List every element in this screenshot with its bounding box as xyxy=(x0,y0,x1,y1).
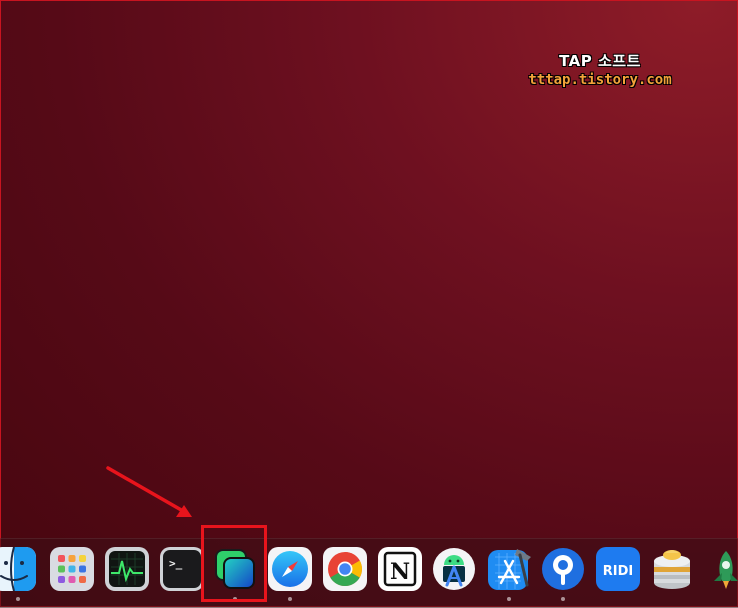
xcode-icon xyxy=(488,549,531,590)
highlight-box xyxy=(201,525,267,602)
dock-item-terminal[interactable]: >_ xyxy=(160,547,204,591)
terminal-prompt: >_ xyxy=(169,557,183,570)
running-indicator xyxy=(507,597,511,601)
dock-item-safari[interactable] xyxy=(268,547,312,591)
notion-letter: N xyxy=(390,559,410,585)
dock-item-chrome[interactable] xyxy=(323,547,367,591)
dock-item-android-studio[interactable] xyxy=(432,547,476,591)
sequel-pro-icon xyxy=(654,550,690,589)
dock-item-finder[interactable] xyxy=(0,547,36,591)
dock: >_ N RIDI xyxy=(0,538,738,608)
ridi-label: RIDI xyxy=(603,564,633,579)
dock-item-xcode[interactable] xyxy=(487,547,531,591)
watermark: TAP 소프트 tttap.tistory.com xyxy=(520,52,680,89)
dock-item-notion[interactable]: N xyxy=(378,547,422,591)
dock-item-activity-monitor[interactable] xyxy=(105,547,149,591)
notion-icon: N xyxy=(378,547,422,591)
desktop-background xyxy=(0,0,738,607)
android-studio-icon xyxy=(433,548,475,590)
dock-item-sourcetree[interactable] xyxy=(541,547,585,591)
watermark-title: TAP 소프트 xyxy=(559,52,641,70)
running-indicator xyxy=(288,597,292,601)
watermark-url: tttap.tistory.com xyxy=(528,72,672,88)
chrome-icon xyxy=(323,547,367,591)
rocket-icon xyxy=(714,551,738,589)
finder-icon xyxy=(0,547,36,591)
launchpad-icon xyxy=(50,547,94,591)
dock-item-ridi[interactable]: RIDI xyxy=(596,547,640,591)
activity-monitor-icon xyxy=(105,547,149,591)
running-indicator xyxy=(16,597,20,601)
terminal-icon: >_ xyxy=(160,547,204,591)
dock-item-launchpad[interactable] xyxy=(50,547,94,591)
sourcetree-icon xyxy=(542,548,584,590)
ridi-icon: RIDI xyxy=(596,547,640,591)
dock-item-sequel-pro[interactable] xyxy=(650,547,694,591)
running-indicator xyxy=(561,597,565,601)
safari-icon xyxy=(268,547,312,591)
dock-item-rocket[interactable] xyxy=(704,547,738,591)
